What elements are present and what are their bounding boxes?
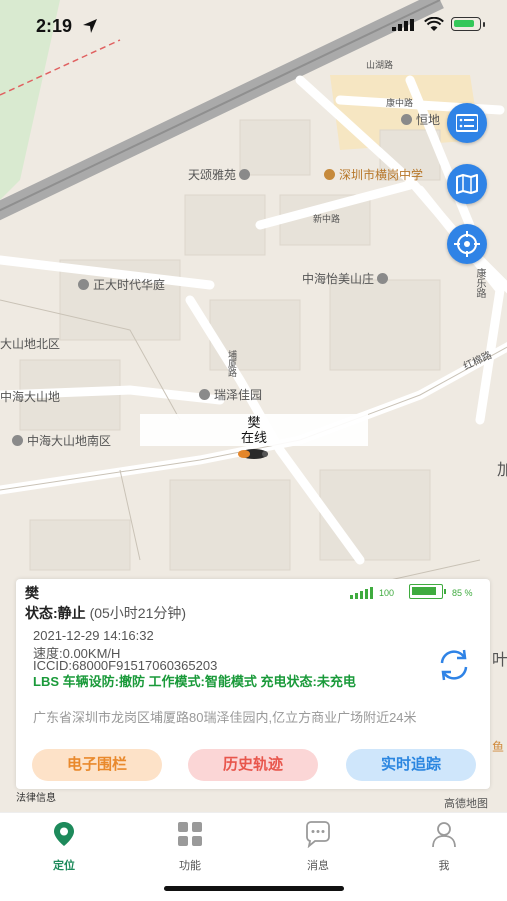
iccid-text: ICCID:68000F91517060365203 — [33, 658, 218, 673]
signal-value: 100 — [379, 588, 395, 598]
map-label-dashan-north: 大山地北区 — [0, 337, 61, 351]
address-text: 广东省深圳市龙岗区埔厦路80瑞泽佳园内,亿立方商业广场附近24米 — [33, 710, 417, 725]
state-duration: (05小时21分钟) — [89, 605, 187, 621]
map-layer-button[interactable] — [447, 164, 487, 204]
map-legal-link[interactable]: 法律信息 — [16, 789, 56, 804]
location-pin-icon — [54, 822, 74, 846]
map-label-zhonghai-yimei: 中海怡美山庄 — [302, 270, 392, 287]
home-indicator — [164, 886, 344, 891]
tab-messages[interactable]: 消息 — [278, 820, 358, 873]
refresh-icon — [440, 649, 468, 681]
user-icon — [432, 822, 456, 848]
phone-battery-icon — [451, 17, 481, 31]
phone-battery-tip — [483, 22, 485, 27]
map-label-shanhu-road: 山湖路 — [366, 60, 394, 70]
poi-icon — [239, 169, 251, 180]
vehicle-name: 樊 — [247, 415, 261, 430]
map-label-zhonghai-dashan: 中海大山地 — [0, 390, 61, 404]
device-battery-icon — [409, 584, 443, 599]
locate-center-button[interactable] — [447, 224, 487, 264]
map-label-kangle-road: 康乐路 — [474, 268, 485, 298]
map-label-school: 深圳市横岗中学 — [324, 166, 423, 183]
wifi-icon — [424, 17, 444, 31]
vehicle-info-label[interactable]: 樊 在线 — [140, 414, 368, 446]
list-icon — [456, 114, 478, 132]
panel-vehicle-name: 樊 — [25, 585, 39, 601]
scooter-marker-icon[interactable] — [234, 446, 272, 462]
list-button[interactable] — [447, 103, 487, 143]
signal-strength-icon — [350, 586, 376, 604]
vehicle-info-panel: 樊 状态:静止 (05小时21分钟) 100 85 % 2021-12-29 1… — [16, 579, 490, 789]
crosshair-icon — [454, 231, 480, 257]
map-label-puxia-road: 埔厦路 — [227, 350, 237, 377]
last-update-time: 2021-12-29 14:16:32 — [33, 628, 154, 643]
panel-state: 状态:静止 (05小时21分钟) — [25, 605, 187, 621]
battery-tip — [444, 589, 446, 594]
map-label-zhengda: 正大时代华庭 — [78, 276, 165, 293]
map-label-kangzhong-road: 康中路 — [386, 98, 414, 108]
tab-location[interactable]: 定位 — [24, 820, 104, 873]
cellular-signal-icon — [392, 19, 414, 31]
poi-icon — [199, 389, 210, 400]
tab-functions[interactable]: 功能 — [150, 820, 230, 873]
refresh-button[interactable] — [434, 645, 474, 685]
map-label-edge-jia: 加 — [497, 462, 507, 479]
map-label-edge-yu: 鱼 — [492, 740, 505, 754]
map-icon — [456, 174, 478, 194]
map-label-edge-ye: 叶 — [492, 652, 507, 669]
history-track-button[interactable]: 历史轨迹 — [188, 749, 318, 781]
vehicle-online-status: 在线 — [240, 430, 267, 445]
location-arrow-icon — [83, 19, 97, 33]
status-time: 2:19 — [36, 16, 73, 36]
battery-percent: 85 % — [452, 588, 473, 598]
geofence-button[interactable]: 电子围栏 — [32, 749, 162, 781]
map-label-dashan-south: 中海大山地南区 — [12, 432, 111, 449]
school-icon — [324, 169, 335, 180]
status-bar: 2:19 — [0, 0, 507, 52]
poi-icon — [12, 435, 23, 446]
poi-icon — [377, 273, 389, 284]
poi-icon — [401, 114, 412, 125]
tab-label: 我 — [438, 860, 450, 872]
map-label-tiansong: 天颂雅苑 — [188, 166, 254, 183]
tab-label: 定位 — [53, 860, 75, 872]
tab-label: 消息 — [307, 860, 329, 872]
map-label-hengdi: 恒地 — [401, 111, 440, 128]
grid-icon — [178, 822, 202, 846]
poi-icon — [78, 279, 89, 290]
map-label-ruize: 瑞泽佳园 — [199, 386, 262, 403]
device-status-line: LBS 车辆设防:撤防 工作模式:智能模式 充电状态:未充电 — [33, 674, 356, 689]
map-provider-logo: 高德地图 — [444, 798, 488, 810]
tab-label: 功能 — [179, 860, 201, 872]
live-tracking-button[interactable]: 实时追踪 — [346, 749, 476, 781]
chat-bubble-icon — [306, 821, 330, 849]
tab-me[interactable]: 我 — [404, 820, 484, 873]
map-label-xinzhong-road: 新中路 — [313, 214, 341, 224]
